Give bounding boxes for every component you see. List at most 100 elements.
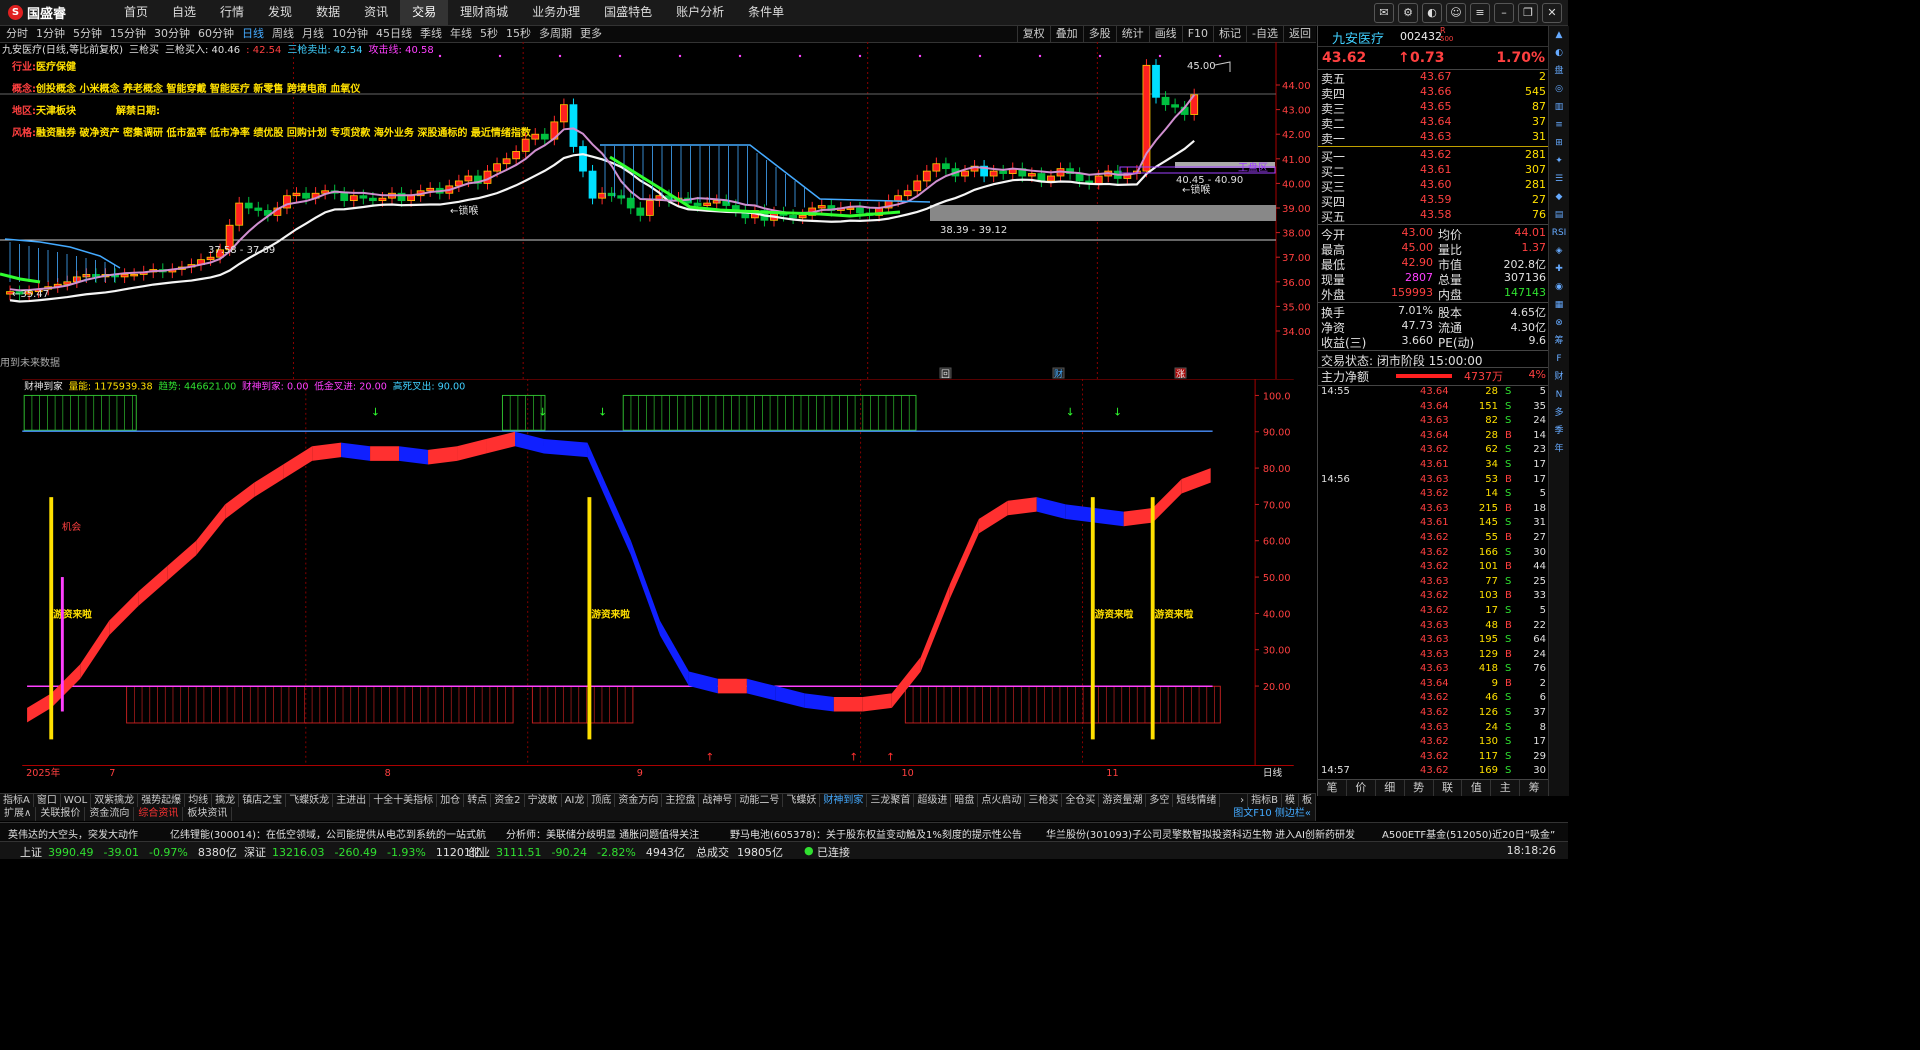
tool-button-3[interactable]: 统计 [1115,26,1149,42]
quote-tab-6[interactable]: 主 [1491,780,1521,796]
nav-item-5[interactable]: 资讯 [352,0,400,25]
quote-tab-0[interactable]: 笔 [1318,780,1347,796]
sidebar-tool-2[interactable]: 盘 [1549,62,1569,80]
quote-row[interactable]: 买五 43.58 76 [1318,208,1549,224]
indicator-tab-23[interactable]: 三龙聚首 [867,794,915,808]
quote-row[interactable]: 卖二 43.64 37 [1318,115,1549,131]
indicator-tab-21[interactable]: 飞蝶妖 [783,794,821,808]
quote-row[interactable]: 买四 43.59 27 [1318,193,1549,209]
news-item-4[interactable]: 华兰股份(301093)子公司灵擎数智拟投资科迈生物 进入AI创新药研发 [1046,826,1355,841]
indicator-tab-7[interactable]: 镇店之宝 [239,794,287,808]
indicator-tab-20[interactable]: 动能二号 [736,794,784,808]
period-tab-8[interactable]: 月线 [298,26,328,42]
quote-row[interactable]: 卖三 43.65 87 [1318,100,1549,116]
period-tab-6[interactable]: 日线 [238,26,268,42]
quote-tab-2[interactable]: 细 [1376,780,1405,796]
tool-button-7[interactable]: -自选 [1246,26,1283,42]
period-tab-16[interactable]: 更多 [576,26,606,42]
news-item-2[interactable]: 分析师：美联储分歧明显 通胀问题值得关注 [506,826,699,841]
sidebar-tool-16[interactable]: ⊗ [1549,314,1569,332]
index-quote-0[interactable]: 上证 3990.49 -39.01 -0.97% 8380亿 [20,844,237,860]
quote-row[interactable]: 买二 43.61 307 [1318,163,1549,179]
sidebar-tool-19[interactable]: 财 [1549,368,1569,386]
quote-tab-3[interactable]: 势 [1405,780,1434,796]
indicator-tab-24[interactable]: 超级进 [914,794,952,808]
info-tabs-right[interactable]: 图文F10 侧边栏« [1229,807,1316,821]
indicator-tab-0[interactable]: 指标A [0,794,34,808]
indicator-tab-9[interactable]: 主进出 [333,794,371,808]
quote-tab-1[interactable]: 价 [1347,780,1376,796]
indicator-tab-25[interactable]: 暗盘 [951,794,979,808]
indicator-tab-22[interactable]: 财神到家 [820,794,868,808]
tool-button-8[interactable]: 返回 [1283,26,1316,42]
period-tab-14[interactable]: 15秒 [502,26,535,42]
info-tab-2[interactable]: 资金流向 [85,807,135,821]
sidebar-tool-22[interactable]: 季 [1549,422,1569,440]
indicator-tab-14[interactable]: 宁波敢 [525,794,562,808]
sidebar-tool-18[interactable]: F [1549,350,1569,368]
user-icon[interactable]: ☺ [1446,3,1466,23]
indicator-tab-26[interactable]: 点火启动 [978,794,1026,808]
nav-item-4[interactable]: 数据 [304,0,352,25]
indicator-tab-10[interactable]: 十全十美指标 [370,794,438,808]
quote-row[interactable]: 卖一 43.63 31 [1318,130,1549,146]
restore-icon[interactable]: ❐ [1518,3,1538,23]
indicator-tab-15[interactable]: AI龙 [562,794,589,808]
indicator-tab-13[interactable]: 资金2 [491,794,525,808]
period-tab-7[interactable]: 周线 [268,26,298,42]
nav-item-2[interactable]: 行情 [208,0,256,25]
sidebar-tool-3[interactable]: ◎ [1549,80,1569,98]
tabs-scroll-right-icon[interactable]: › [1237,794,1249,808]
indicator-tab-19[interactable]: 战神号 [699,794,737,808]
quote-row[interactable]: 卖四 43.66 545 [1318,85,1549,101]
nav-item-8[interactable]: 业务办理 [520,0,592,25]
period-tab-13[interactable]: 5秒 [476,26,502,42]
indicator-tab-3[interactable]: 双紫擒龙 [91,794,139,808]
kline-chart[interactable]: 44.00 43.00 42.00 41.00 40.00 39.00 38.00 37.00… [0,42,1316,379]
news-item-5[interactable]: A500ETF基金(512050)近20日“吸金” [1382,826,1555,841]
indicator-tab-12[interactable]: 转点 [464,794,492,808]
tick-list[interactable]: 14:55 43.64 28 S 5 43.64 151 S 35 43.63 82 S 24 43.64… [1318,386,1549,796]
tool-button-6[interactable]: 标记 [1213,26,1246,42]
message-icon[interactable]: ✉ [1374,3,1394,23]
quote-tab-5[interactable]: 值 [1462,780,1492,796]
sidebar-tool-9[interactable]: ◆ [1549,188,1569,206]
tool-button-1[interactable]: 叠加 [1049,26,1083,42]
sidebar-tool-14[interactable]: ◉ [1549,278,1569,296]
indicator-tab-27[interactable]: 三枪买 [1025,794,1063,808]
menu-icon[interactable]: ≡ [1470,3,1490,23]
period-tab-0[interactable]: 分时 [2,26,32,42]
quote-row[interactable]: 买一 43.62 281 [1318,148,1549,164]
info-tab-3[interactable]: 综合资讯 [134,807,184,821]
sidebar-tool-1[interactable]: ◐ [1549,44,1569,62]
sidebar-tool-21[interactable]: 多 [1549,404,1569,422]
app-logo[interactable]: S 国盛睿 [8,4,66,22]
sidebar-tool-4[interactable]: ▥ [1549,98,1569,116]
indicator-tab-18[interactable]: 主控盘 [662,794,700,808]
period-tab-3[interactable]: 15分钟 [106,26,150,42]
period-tab-10[interactable]: 45日线 [372,26,416,42]
settings-icon[interactable]: ⚙ [1398,3,1418,23]
close-icon[interactable]: ✕ [1542,3,1562,23]
nav-item-0[interactable]: 首页 [112,0,160,25]
tool-button-4[interactable]: 画线 [1148,26,1182,42]
indicator-tab-8[interactable]: 飞蝶妖龙 [286,794,334,808]
info-tab-0[interactable]: 扩展∧ [0,807,37,821]
tool-button-2[interactable]: 多股 [1082,26,1116,42]
tool-button-0[interactable]: 复权 [1016,26,1050,42]
nav-item-11[interactable]: 条件单 [736,0,796,25]
period-tab-4[interactable]: 30分钟 [150,26,194,42]
sidebar-tool-12[interactable]: ◈ [1549,242,1569,260]
indicator-tab-right-2[interactable]: 板 [1299,794,1316,808]
period-tab-1[interactable]: 1分钟 [32,26,69,42]
news-item-3[interactable]: 野马电池(605378)：关于股东权益变动触及1%刻度的提示性公告 [730,826,1022,841]
indicator-tab-29[interactable]: 游资量潮 [1099,794,1147,808]
minimize-icon[interactable]: – [1494,3,1514,23]
indicator-tab-30[interactable]: 多空 [1146,794,1174,808]
index-quote-1[interactable]: 深证 13216.03 -260.49 -1.93% 11201亿 [244,844,482,860]
tool-button-5[interactable]: F10 [1181,26,1213,42]
indicator-tab-4[interactable]: 强势起爆 [138,794,186,808]
sidebar-tool-5[interactable]: ≡ [1549,116,1569,134]
nav-item-1[interactable]: 自选 [160,0,208,25]
indicator-tab-right-0[interactable]: 指标B [1248,794,1282,808]
